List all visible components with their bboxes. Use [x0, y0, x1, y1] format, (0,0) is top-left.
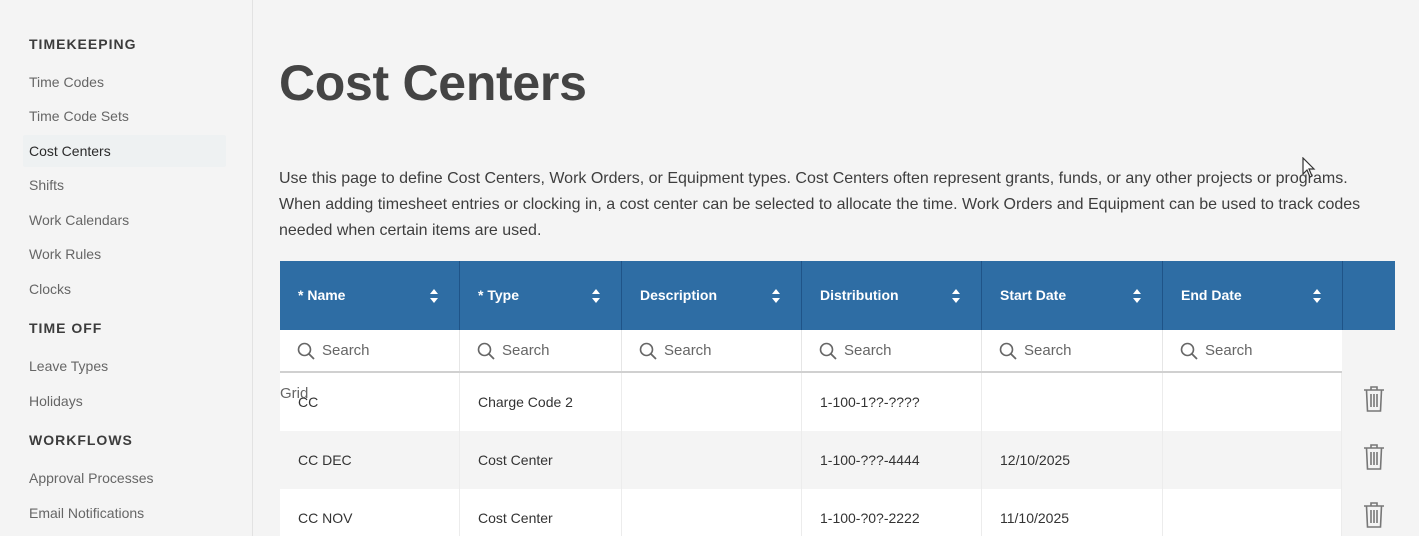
sidebar-item-email-notifications[interactable]: Email Notifications	[23, 497, 226, 529]
cell-name: CC NOV	[280, 489, 460, 536]
section-heading-time-off: TIME OFF	[29, 320, 103, 336]
search-icon	[297, 342, 315, 360]
sort-icon[interactable]	[951, 288, 961, 304]
search-cell-name	[280, 330, 460, 371]
cell-name: CC DEC	[280, 431, 460, 489]
search-icon	[639, 342, 657, 360]
sort-icon[interactable]	[771, 288, 781, 304]
sidebar-item-work-rules[interactable]: Work Rules	[23, 238, 226, 270]
cell-end-date	[1163, 373, 1342, 431]
sidebar-item-work-calendars[interactable]: Work Calendars	[23, 204, 226, 236]
search-input-description[interactable]	[664, 338, 784, 362]
search-input-end-date[interactable]	[1205, 338, 1325, 362]
search-cell-start-date	[982, 330, 1163, 371]
trash-icon[interactable]	[1363, 501, 1385, 529]
cell-description	[622, 431, 802, 489]
cell-start-date: 11/10/2025	[982, 489, 1163, 536]
cell-description	[622, 489, 802, 536]
column-header-end-date[interactable]: End Date	[1163, 261, 1343, 330]
column-header-label: End Date	[1181, 287, 1242, 303]
cell-distribution: 1-100-???-4444	[802, 431, 982, 489]
grid-overlay-label: Grid	[280, 385, 309, 402]
cell-distribution: 1-100-?0?-2222	[802, 489, 982, 536]
column-header-start-date[interactable]: Start Date	[982, 261, 1163, 330]
search-cell-type	[460, 330, 622, 371]
sidebar-item-time-codes[interactable]: Time Codes	[23, 66, 226, 98]
cell-start-date: 12/10/2025	[982, 431, 1163, 489]
search-row	[280, 330, 1342, 373]
sidebar-item-clocks[interactable]: Clocks	[23, 273, 226, 305]
cell-end-date	[1163, 489, 1342, 536]
trash-icon[interactable]	[1363, 385, 1385, 413]
column-header-label: Start Date	[1000, 287, 1067, 303]
sidebar-item-approval-processes[interactable]: Approval Processes	[23, 462, 226, 494]
column-header-description[interactable]: Description	[622, 261, 802, 330]
cell-name: CC	[280, 373, 460, 431]
search-cell-description	[622, 330, 802, 371]
column-header-label: * Type	[478, 287, 519, 303]
page-title: Cost Centers	[279, 55, 587, 111]
page-description: Use this page to define Cost Centers, Wo…	[279, 170, 1361, 239]
table-row[interactable]: CC DEC Cost Center 1-100-???-4444 12/10/…	[280, 431, 1342, 489]
sort-icon[interactable]	[1132, 288, 1142, 304]
search-cell-distribution	[802, 330, 982, 371]
column-header-name[interactable]: * Name	[280, 261, 460, 330]
column-header-type[interactable]: * Type	[460, 261, 622, 330]
cell-type: Cost Center	[460, 489, 622, 536]
table-header: * Name * Type Description Distribution S…	[280, 261, 1395, 330]
search-input-type[interactable]	[502, 338, 622, 362]
sidebar: TIMEKEEPING Time Codes Time Code Sets Co…	[0, 0, 253, 536]
search-input-start-date[interactable]	[1024, 338, 1144, 362]
column-header-distribution[interactable]: Distribution	[802, 261, 982, 330]
column-header-label: Description	[640, 287, 718, 303]
table-row[interactable]: CC NOV Cost Center 1-100-?0?-2222 11/10/…	[280, 489, 1342, 536]
search-icon	[1180, 342, 1198, 360]
cell-type: Cost Center	[460, 431, 622, 489]
search-input-name[interactable]	[322, 338, 442, 362]
cell-start-date	[982, 373, 1163, 431]
sort-icon[interactable]	[1312, 288, 1322, 304]
section-heading-workflows: WORKFLOWS	[29, 432, 133, 448]
search-input-distribution[interactable]	[844, 338, 964, 362]
search-icon	[819, 342, 837, 360]
trash-icon[interactable]	[1363, 443, 1385, 471]
sidebar-item-cost-centers[interactable]: Cost Centers	[23, 135, 226, 167]
sidebar-item-time-code-sets[interactable]: Time Code Sets	[23, 100, 226, 132]
cell-description	[622, 373, 802, 431]
column-header-label: Distribution	[820, 287, 899, 303]
sort-icon[interactable]	[591, 288, 601, 304]
sidebar-item-shifts[interactable]: Shifts	[23, 169, 226, 201]
search-cell-end-date	[1163, 330, 1342, 371]
column-header-label: * Name	[298, 287, 346, 303]
sidebar-item-holidays[interactable]: Holidays	[23, 385, 226, 417]
cell-distribution: 1-100-1??-????	[802, 373, 982, 431]
cell-end-date	[1163, 431, 1342, 489]
cell-type: Charge Code 2	[460, 373, 622, 431]
table-row[interactable]: CC Charge Code 2 1-100-1??-????	[280, 373, 1342, 431]
sort-icon[interactable]	[429, 288, 439, 304]
sidebar-item-leave-types[interactable]: Leave Types	[23, 350, 226, 382]
column-header-actions	[1343, 261, 1395, 330]
section-heading-timekeeping: TIMEKEEPING	[29, 36, 137, 52]
mouse-cursor-icon	[1302, 157, 1316, 178]
search-icon	[999, 342, 1017, 360]
search-icon	[477, 342, 495, 360]
